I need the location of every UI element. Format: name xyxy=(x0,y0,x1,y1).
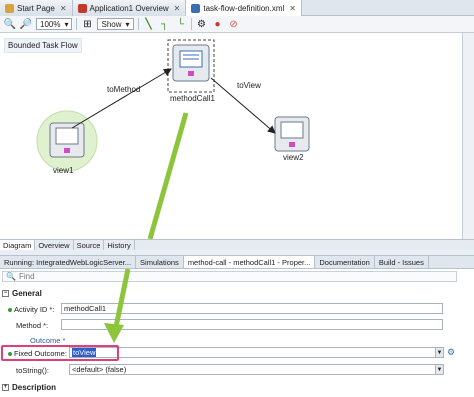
search-icon: 🔍 xyxy=(6,272,16,281)
method-field[interactable] xyxy=(61,319,443,330)
tab-diagram[interactable]: Diagram xyxy=(0,240,36,250)
property-inspector: 🔍 Find − General Activity ID *: methodCa… xyxy=(0,269,474,397)
vertical-scrollbar[interactable] xyxy=(462,33,474,239)
gear-icon[interactable]: ⚙ xyxy=(447,347,455,358)
panel-tabs: Running: IntegratedWebLogicServer... Sim… xyxy=(0,255,474,269)
error-icon[interactable]: ⊘ xyxy=(228,18,240,30)
tab-label: Documentation xyxy=(319,257,370,267)
tab-history[interactable]: History xyxy=(104,240,135,250)
close-icon[interactable]: ✕ xyxy=(60,4,67,13)
tostring-combo[interactable]: <default> (false) xyxy=(69,364,436,375)
tab-source[interactable]: Source xyxy=(74,240,105,250)
diagram-toolbar: 🔍 🔎 100% ▾ ⊞ Show ▾ ╲ ┐ └ ⚙ ● ⊘ xyxy=(0,16,474,33)
tab-label: Application1 Overview xyxy=(89,3,169,13)
expand-icon[interactable]: + xyxy=(2,383,9,391)
find-field[interactable]: 🔍 Find xyxy=(2,271,457,282)
activity-id-field[interactable]: methodCall1 xyxy=(61,303,443,314)
diagram-properties-icon[interactable]: ⚙ xyxy=(196,18,208,30)
general-label: General xyxy=(12,288,42,298)
view-badge-icon xyxy=(289,142,295,147)
straight-line-icon[interactable]: ╲ xyxy=(143,18,155,30)
zoom-value: 100% xyxy=(40,19,61,29)
separator xyxy=(76,18,78,30)
view-badge-icon xyxy=(64,148,70,153)
outcome-group-label: Outcome * xyxy=(30,336,66,345)
tab-start-page[interactable]: Start Page ✕ xyxy=(0,0,73,16)
tab-label: task-flow-definition.xml xyxy=(203,3,285,13)
annotation-highlight-box xyxy=(1,345,119,361)
annotation-arrow-head xyxy=(104,269,131,343)
editor-tabs: Start Page ✕ Application1 Overview ✕ tas… xyxy=(0,0,474,16)
methodcall1-label: methodCall1 xyxy=(170,94,215,103)
description-label: Description xyxy=(12,382,57,392)
method-label: Method *: xyxy=(16,321,49,330)
tab-application-overview[interactable]: Application1 Overview ✕ xyxy=(72,0,187,16)
chevron-down-icon: ▾ xyxy=(64,19,69,29)
layout-icon[interactable]: ⊞ xyxy=(81,18,93,30)
diagram-canvas[interactable]: Bounded Task Flow view1 methodCall1 view… xyxy=(0,33,462,239)
zoom-out-icon[interactable]: 🔎 xyxy=(20,18,32,30)
method-badge-icon xyxy=(188,71,194,76)
tab-property-inspector[interactable]: method-call - methodCall1 - Proper... xyxy=(183,256,316,268)
zoom-select[interactable]: 100% ▾ xyxy=(36,18,73,30)
tab-build-issues[interactable]: Build - Issues xyxy=(375,256,429,268)
fixed-outcome-combo[interactable]: toView xyxy=(69,347,436,358)
tab-running-server[interactable]: Running: IntegratedWebLogicServer... xyxy=(0,256,137,268)
view1-label: view1 xyxy=(53,166,74,175)
chevron-down-icon[interactable]: ▼ xyxy=(435,364,444,375)
view-icon xyxy=(280,121,304,139)
tab-task-flow-definition[interactable]: task-flow-definition.xml ✕ xyxy=(186,0,302,16)
zoom-in-icon[interactable]: 🔍 xyxy=(4,18,16,30)
activity-id-label: Activity ID *: xyxy=(8,305,54,314)
tostring-label: toString(): xyxy=(16,366,49,375)
tomethod-label: toMethod xyxy=(107,85,141,94)
view2-label: view2 xyxy=(283,153,304,162)
tab-label: Build - Issues xyxy=(378,257,424,267)
close-icon[interactable]: ✕ xyxy=(289,4,296,13)
separator xyxy=(137,18,139,30)
flow-diagram xyxy=(36,39,310,239)
chevron-down-icon[interactable]: ▼ xyxy=(435,347,444,358)
annotation-arrow xyxy=(147,112,189,239)
stop-icon[interactable]: ● xyxy=(212,18,224,30)
tab-documentation[interactable]: Documentation xyxy=(315,256,375,268)
chevron-down-icon: ▾ xyxy=(125,19,130,29)
diagram-view-tabs: Diagram Overview Source History xyxy=(0,239,474,250)
application-icon xyxy=(77,3,87,13)
tab-label: Running: IntegratedWebLogicServer... xyxy=(4,257,132,267)
description-section-header[interactable]: + Description xyxy=(2,382,56,392)
tab-label: Start Page xyxy=(17,3,55,13)
tab-simulations[interactable]: Simulations xyxy=(136,256,184,268)
elbow-line-icon[interactable]: └ xyxy=(175,18,187,30)
tab-overview[interactable]: Overview xyxy=(35,240,74,250)
tab-label: Simulations xyxy=(140,257,179,267)
tab-label: method-call - methodCall1 - Proper... xyxy=(187,257,311,267)
collapse-icon[interactable]: − xyxy=(2,289,9,297)
show-dropdown[interactable]: Show ▾ xyxy=(97,18,134,30)
separator xyxy=(190,18,192,30)
general-section-header[interactable]: − General xyxy=(2,288,42,298)
find-placeholder: Find xyxy=(18,272,35,281)
view-icon xyxy=(55,127,79,145)
show-label: Show xyxy=(101,19,122,29)
orthogonal-line-icon[interactable]: ┐ xyxy=(159,18,171,30)
close-icon[interactable]: ✕ xyxy=(174,4,181,13)
task-flow-icon xyxy=(191,3,201,13)
start-page-icon xyxy=(5,3,14,13)
tomethod-edge[interactable] xyxy=(71,68,172,129)
required-icon xyxy=(8,307,12,312)
toview-label: toView xyxy=(237,81,261,90)
